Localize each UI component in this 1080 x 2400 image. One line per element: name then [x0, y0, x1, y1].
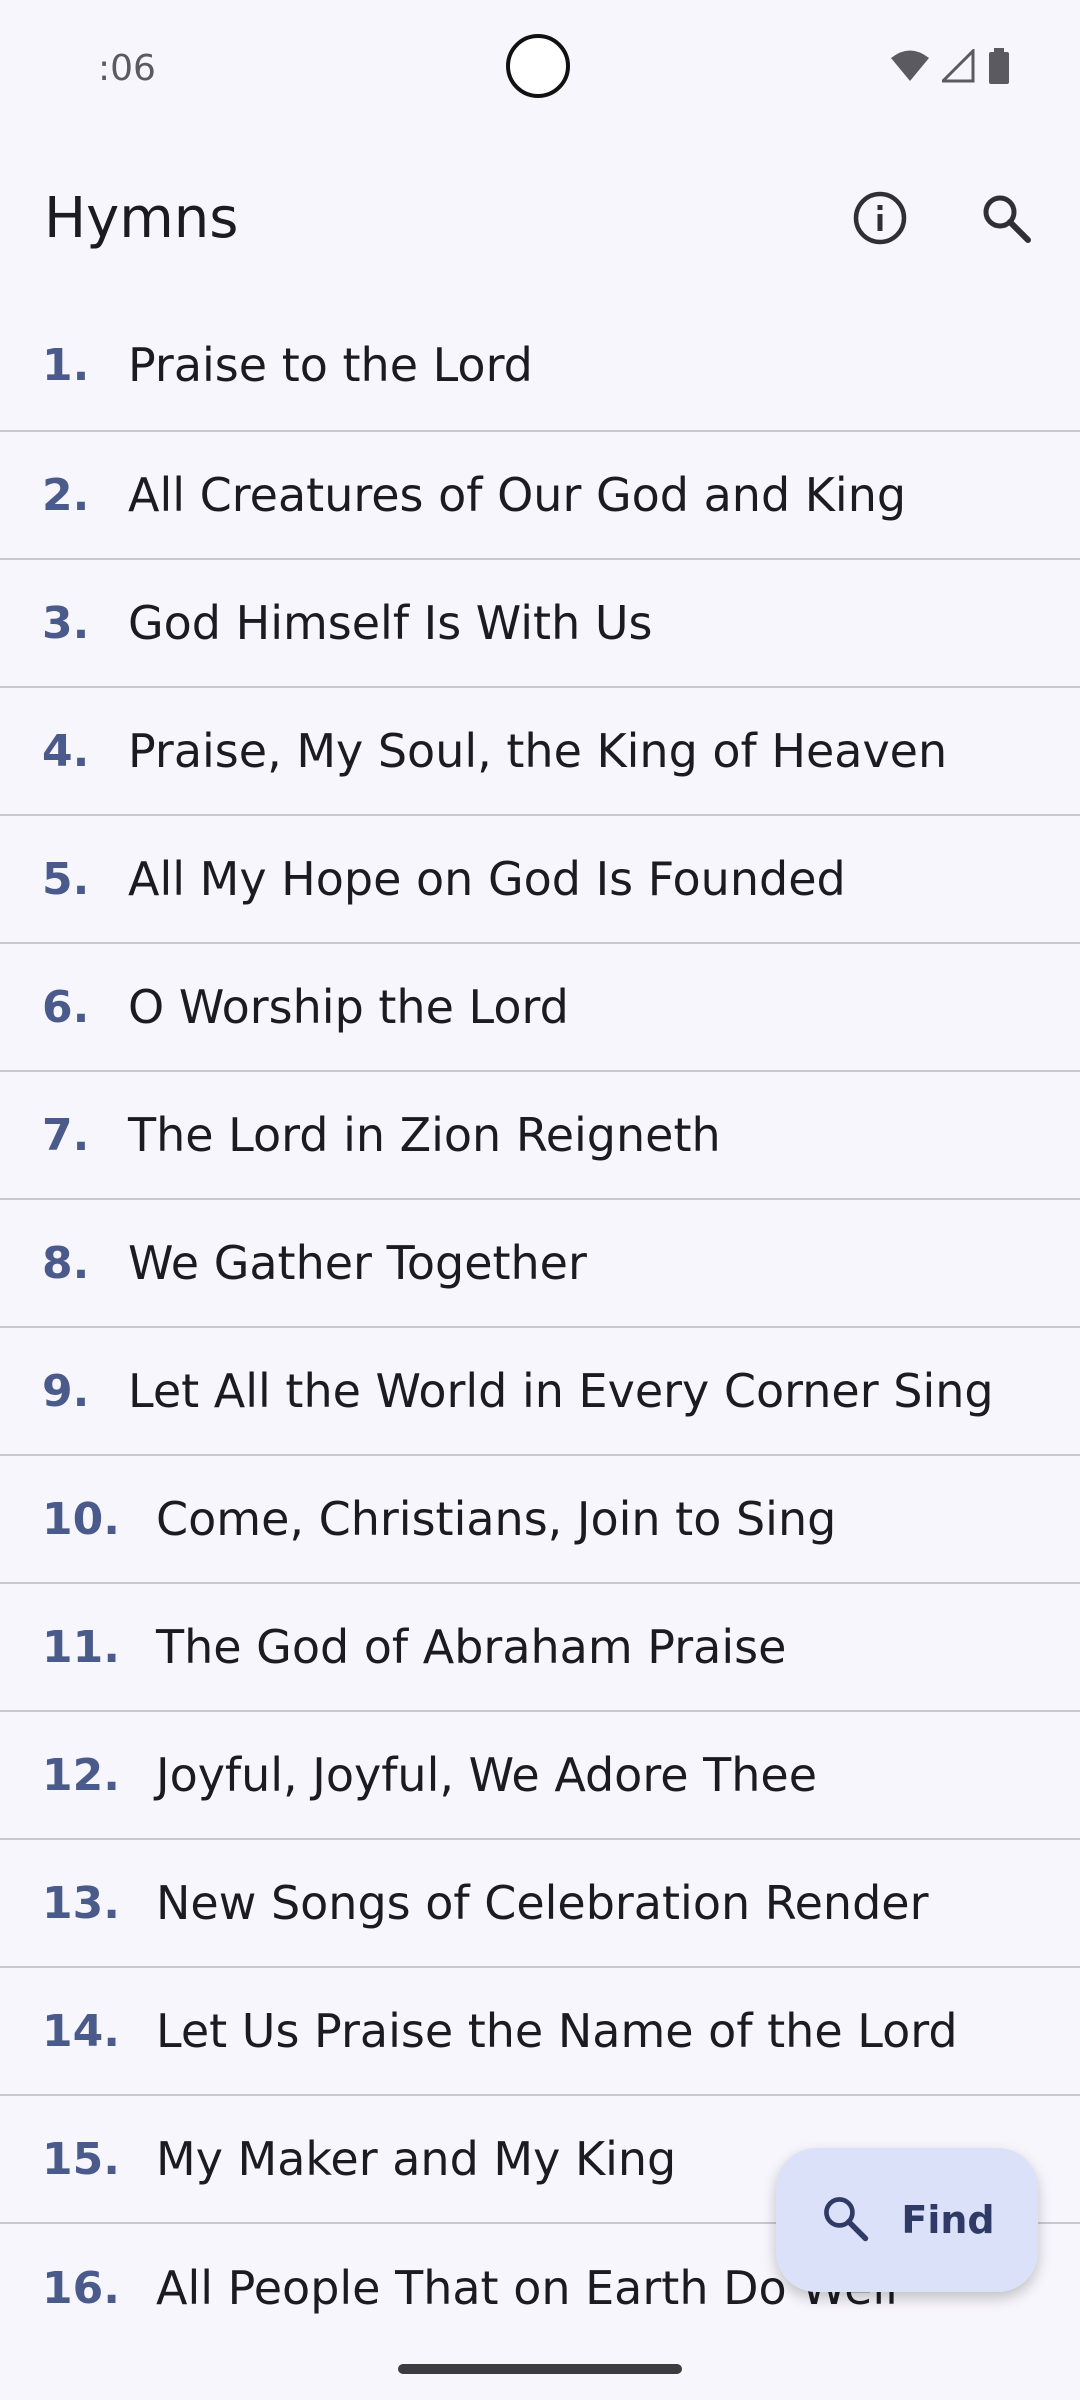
list-item[interactable]: 14. Let Us Praise the Name of the Lord: [0, 1968, 1080, 2096]
hymn-title: O Worship the Lord: [128, 980, 569, 1034]
status-icons: [890, 47, 1010, 89]
hymn-number: 1.: [42, 339, 90, 391]
hymn-number: 15.: [42, 2133, 120, 2185]
list-item[interactable]: 4. Praise, My Soul, the King of Heaven: [0, 688, 1080, 816]
info-button[interactable]: [844, 184, 916, 256]
list-item[interactable]: 5. All My Hope on God Is Founded: [0, 816, 1080, 944]
hymn-number: 16.: [42, 2262, 120, 2314]
hymn-title: Praise, My Soul, the King of Heaven: [128, 724, 948, 778]
hymn-number: 2.: [42, 469, 90, 521]
hymn-title: Praise to the Lord: [128, 338, 533, 392]
hymn-title: All Creatures of Our God and King: [128, 468, 907, 522]
hymn-number: 12.: [42, 1749, 120, 1801]
hymn-number: 13.: [42, 1877, 120, 1929]
hymn-title: All My Hope on God Is Founded: [128, 852, 846, 906]
hymn-title: We Gather Together: [128, 1236, 587, 1290]
info-icon: [852, 190, 908, 251]
search-icon: [819, 2192, 871, 2249]
wifi-icon: [890, 49, 930, 88]
home-indicator[interactable]: [398, 2364, 682, 2374]
list-item[interactable]: 2. All Creatures of Our God and King: [0, 432, 1080, 560]
cell-signal-icon: [939, 47, 976, 88]
hymn-title: Come, Christians, Join to Sing: [156, 1492, 837, 1546]
hymn-number: 8.: [42, 1237, 90, 1289]
list-item[interactable]: 10. Come, Christians, Join to Sing: [0, 1456, 1080, 1584]
hymn-title: New Songs of Celebration Render: [156, 1876, 929, 1930]
hymn-title: God Himself Is With Us: [128, 596, 653, 650]
find-button[interactable]: Find: [776, 2148, 1038, 2292]
hymn-number: 5.: [42, 853, 90, 905]
hymn-title: The God of Abraham Praise: [156, 1620, 787, 1674]
list-item[interactable]: 13. New Songs of Celebration Render: [0, 1840, 1080, 1968]
hymn-number: 14.: [42, 2005, 120, 2057]
hymn-number: 6.: [42, 981, 90, 1033]
status-bar: :06: [0, 0, 1080, 136]
list-item[interactable]: 1. Praise to the Lord: [0, 300, 1080, 432]
status-time: :06: [98, 48, 156, 89]
app-bar: Hymns: [0, 150, 1080, 290]
camera-cutout: [506, 34, 570, 98]
hymn-number: 4.: [42, 725, 90, 777]
list-item[interactable]: 3. God Himself Is With Us: [0, 560, 1080, 688]
hymn-title: Let Us Praise the Name of the Lord: [156, 2004, 958, 2058]
search-icon: [978, 190, 1034, 251]
list-item[interactable]: 6. O Worship the Lord: [0, 944, 1080, 1072]
list-item[interactable]: 9. Let All the World in Every Corner Sin…: [0, 1328, 1080, 1456]
list-item[interactable]: 7. The Lord in Zion Reigneth: [0, 1072, 1080, 1200]
hymn-number: 11.: [42, 1621, 120, 1673]
hymn-title: Let All the World in Every Corner Sing: [128, 1364, 994, 1418]
hymn-title: Joyful, Joyful, We Adore Thee: [156, 1748, 818, 1802]
battery-icon: [988, 48, 1010, 89]
hymn-title: The Lord in Zion Reigneth: [128, 1108, 721, 1162]
hymn-number: 3.: [42, 597, 90, 649]
list-item[interactable]: 11. The God of Abraham Praise: [0, 1584, 1080, 1712]
hymn-number: 7.: [42, 1109, 90, 1161]
list-item[interactable]: 8. We Gather Together: [0, 1200, 1080, 1328]
find-button-label: Find: [901, 2198, 995, 2242]
hymn-title: My Maker and My King: [156, 2132, 677, 2186]
search-button[interactable]: [970, 184, 1042, 256]
list-item[interactable]: 12. Joyful, Joyful, We Adore Thee: [0, 1712, 1080, 1840]
hymn-list: 1. Praise to the Lord 2. All Creatures o…: [0, 300, 1080, 2352]
page-title: Hymns: [44, 186, 239, 251]
hymn-number: 10.: [42, 1493, 120, 1545]
hymn-number: 9.: [42, 1365, 90, 1417]
